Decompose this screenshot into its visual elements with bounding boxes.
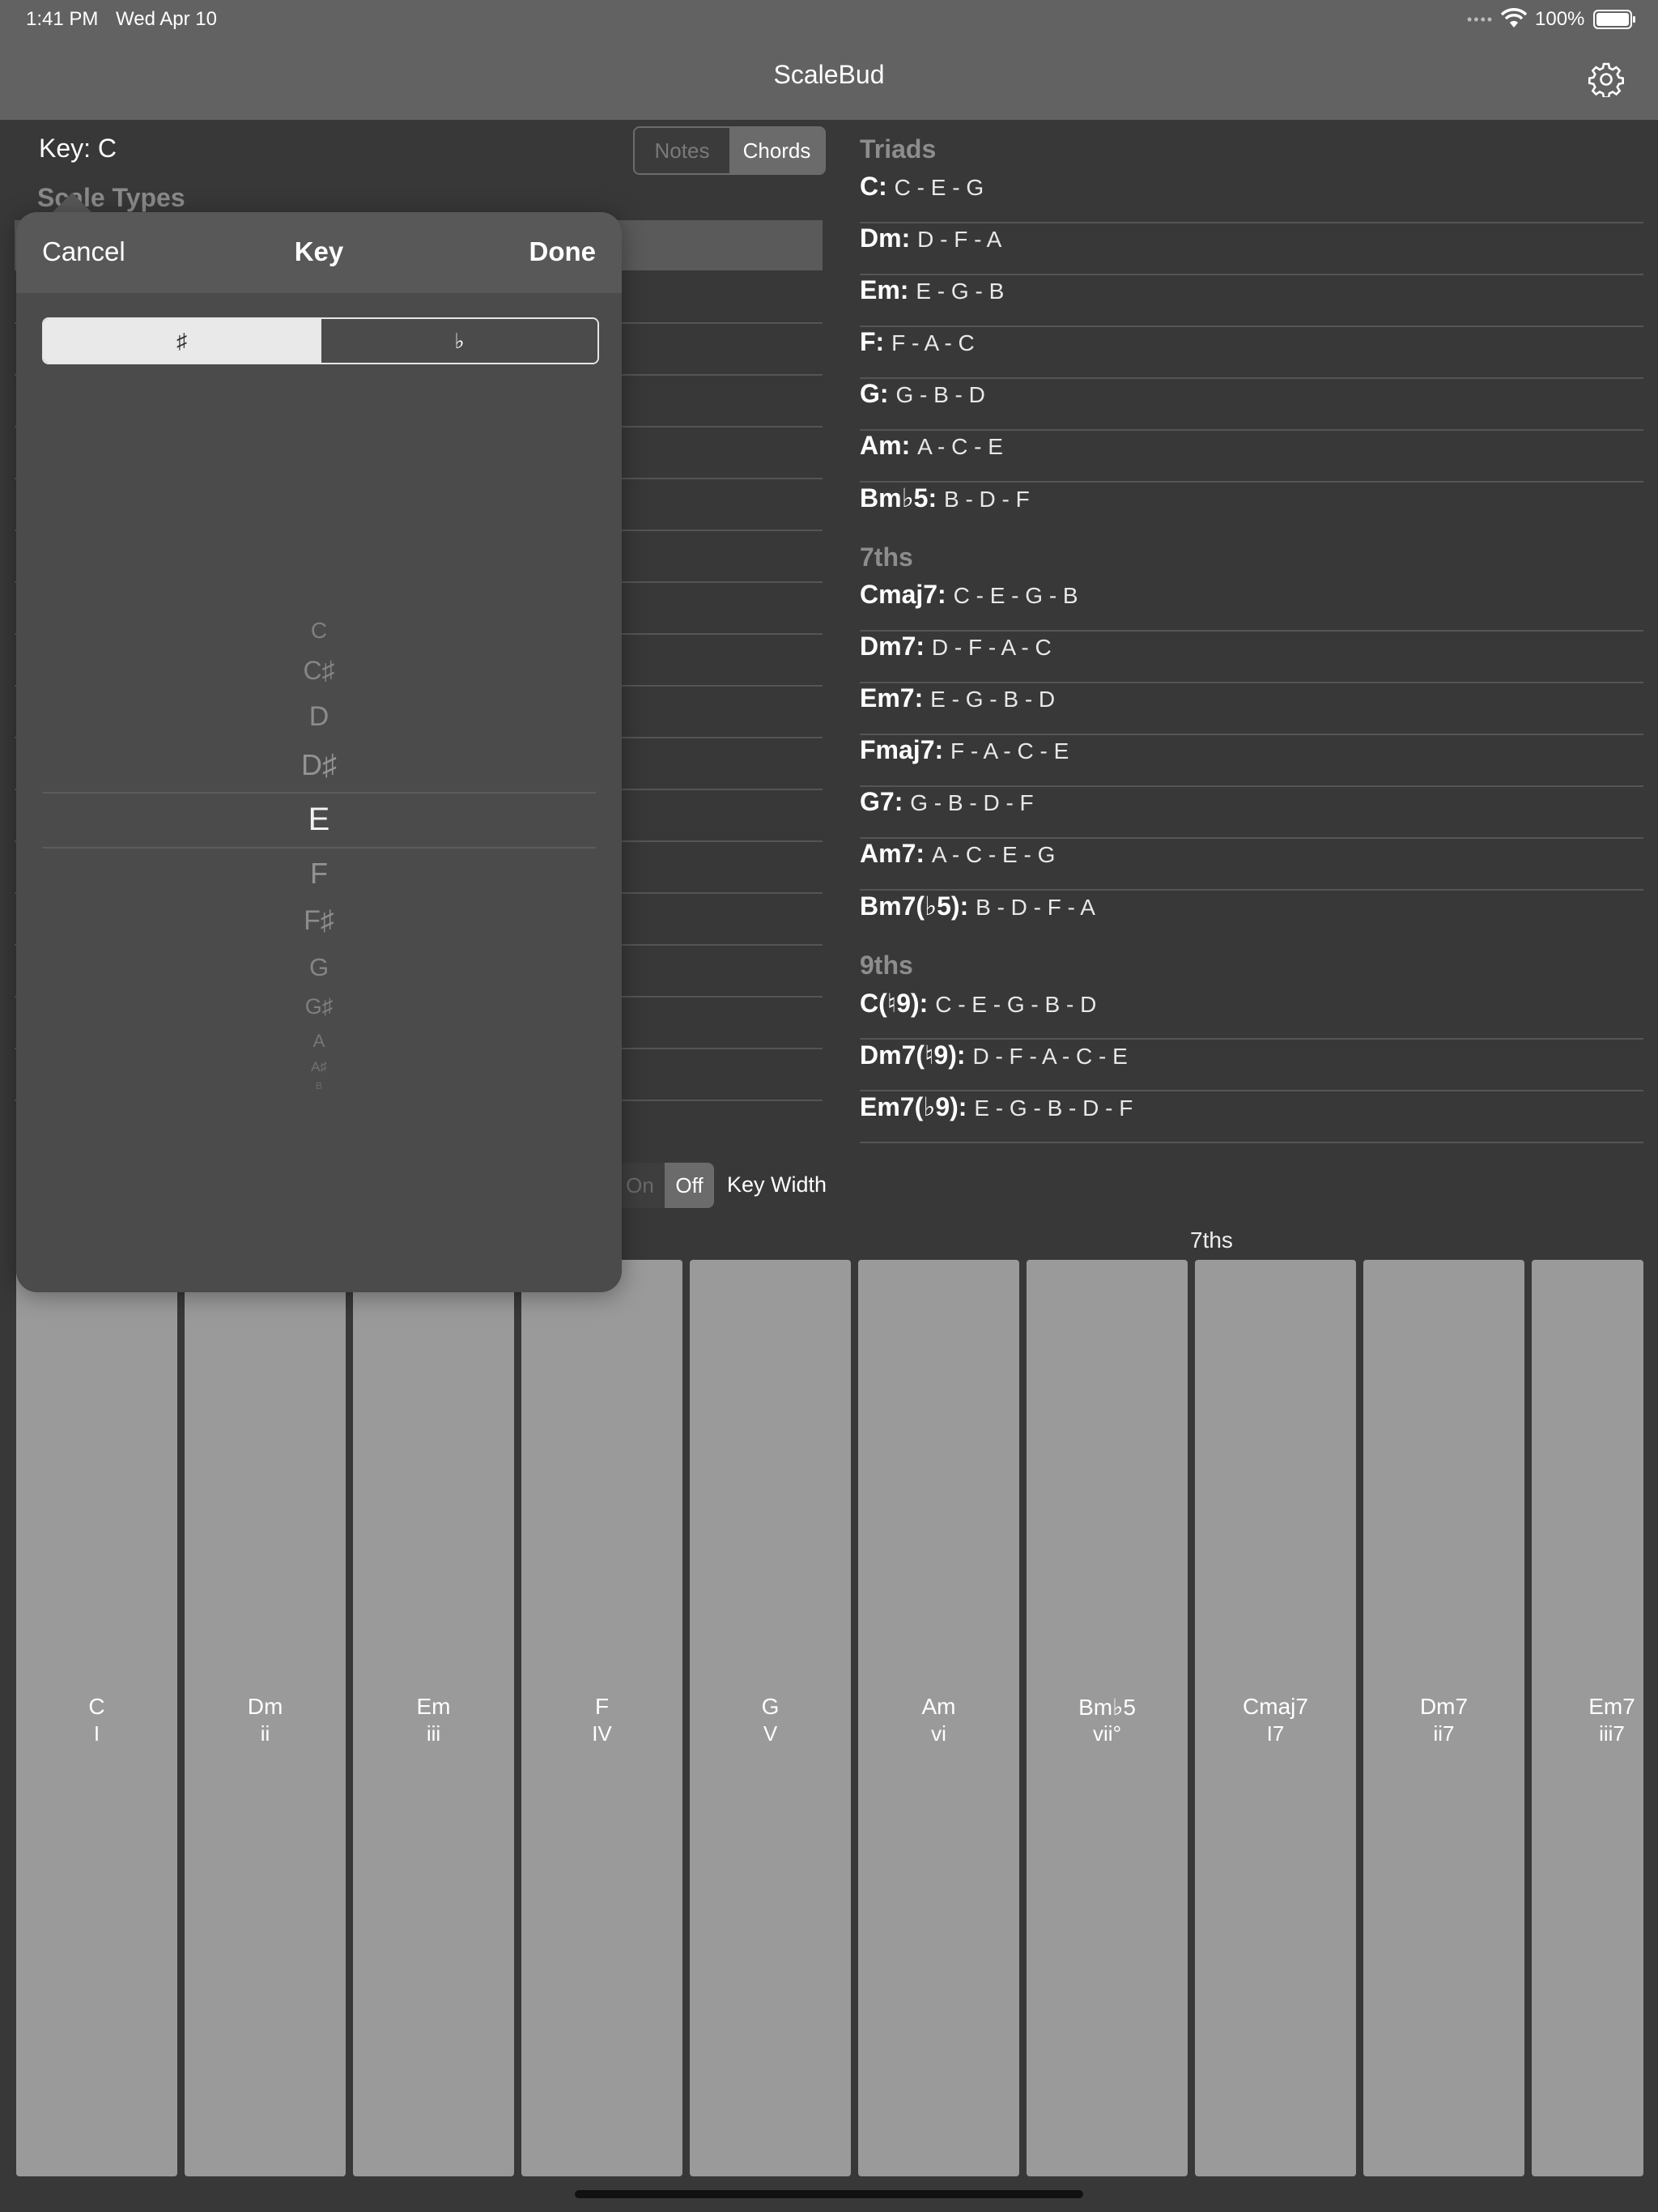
- chord-key[interactable]: Cmaj7 I7: [1195, 1260, 1356, 2176]
- status-date: Wed Apr 10: [116, 8, 217, 30]
- chord-row[interactable]: C: C - E - G: [860, 172, 1643, 223]
- chord-key[interactable]: Am vi: [858, 1260, 1019, 2176]
- notes-chords-segmented-control[interactable]: Notes Chords: [633, 126, 826, 175]
- popover-header: Cancel Key Done: [16, 212, 622, 293]
- cancel-button[interactable]: Cancel: [42, 236, 125, 267]
- on-off-toggle[interactable]: On Off: [615, 1163, 714, 1208]
- sevenths-header: 7ths: [860, 542, 913, 572]
- picker-option[interactable]: D: [16, 701, 622, 733]
- chord-row[interactable]: Am: A - C - E: [860, 431, 1643, 483]
- battery-percentage: 100%: [1535, 8, 1585, 30]
- chord-key[interactable]: CI: [16, 1260, 177, 2176]
- chord-row[interactable]: C(♮9): C - E - G - B - D: [860, 988, 1643, 1040]
- picker-option[interactable]: G♯: [16, 994, 622, 1019]
- chord-key[interactable]: Em7 iii7: [1532, 1260, 1643, 2176]
- picker-option[interactable]: A: [16, 1031, 622, 1052]
- picker-selection-line: [42, 792, 596, 793]
- chord-row[interactable]: Bm7(♭5): B - D - F - A: [860, 891, 1643, 942]
- chord-key[interactable]: Dm7 ii7: [1363, 1260, 1524, 2176]
- wifi-icon: [1501, 8, 1527, 28]
- picker-selection-line: [42, 847, 596, 849]
- accidental-segmented-control[interactable]: ♯ ♭: [42, 317, 599, 364]
- chord-row[interactable]: Fmaj7: F - A - C - E: [860, 735, 1643, 787]
- off-segment[interactable]: Off: [665, 1163, 714, 1208]
- chord-key[interactable]: Em iii: [353, 1260, 514, 2176]
- notes-segment[interactable]: Notes: [635, 128, 729, 173]
- status-time: 1:41 PM: [26, 8, 99, 30]
- chord-key[interactable]: Bm♭5 vii°: [1027, 1260, 1188, 2176]
- picker-option[interactable]: F♯: [16, 905, 622, 937]
- chord-row[interactable]: Am7: A - C - E - G: [860, 839, 1643, 891]
- picker-option[interactable]: G: [16, 953, 622, 982]
- app-title: ScaleBud: [773, 60, 885, 89]
- chord-row[interactable]: Bm♭5: B - D - F: [860, 483, 1643, 534]
- chord-key[interactable]: GV: [690, 1260, 851, 2176]
- chord-row[interactable]: Em7(♭9): E - G - B - D - F: [860, 1091, 1643, 1143]
- keyboard-section-label: 7ths: [1190, 1227, 1233, 1253]
- sharp-segment[interactable]: ♯: [44, 319, 320, 363]
- chord-row[interactable]: Em: E - G - B: [860, 275, 1643, 327]
- key-picker-popover: Cancel Key Done ♯ ♭ C C♯ D D♯ E F F♯ G G…: [16, 212, 622, 1292]
- picker-option[interactable]: C♯: [16, 656, 622, 686]
- chord-key[interactable]: F IV: [521, 1260, 682, 2176]
- done-button[interactable]: Done: [529, 236, 597, 267]
- key-width-label[interactable]: Key Width: [727, 1172, 827, 1197]
- chord-key[interactable]: Dm ii: [185, 1260, 346, 2176]
- picker-option[interactable]: C: [16, 618, 622, 644]
- chord-row[interactable]: F: F - A - C: [860, 327, 1643, 379]
- chord-row[interactable]: Dm: D - F - A: [860, 223, 1643, 275]
- picker-option[interactable]: B: [16, 1080, 622, 1091]
- ninths-header: 9ths: [860, 951, 913, 980]
- popover-arrow: [51, 193, 93, 214]
- chord-row[interactable]: G7: G - B - D - F: [860, 787, 1643, 839]
- picker-option[interactable]: A♯: [16, 1059, 622, 1075]
- cellular-signal-icon: ••••: [1467, 11, 1494, 28]
- home-indicator[interactable]: [575, 2190, 1083, 2198]
- gear-icon[interactable]: [1588, 62, 1624, 97]
- chord-row[interactable]: Cmaj7: C - E - G - B: [860, 580, 1643, 632]
- triads-header: Triads: [860, 134, 937, 164]
- chords-segment[interactable]: Chords: [729, 128, 824, 173]
- picker-option-selected[interactable]: E: [16, 802, 622, 838]
- picker-option[interactable]: F: [16, 857, 622, 891]
- chord-row[interactable]: Dm7(♮9): D - F - A - C - E: [860, 1040, 1643, 1091]
- chord-row[interactable]: Dm7: D - F - A - C: [860, 632, 1643, 683]
- chord-row[interactable]: G: G - B - D: [860, 379, 1643, 431]
- picker-option[interactable]: D♯: [16, 748, 622, 782]
- key-label[interactable]: Key: C: [39, 134, 117, 164]
- chord-row[interactable]: Em7: E - G - B - D: [860, 683, 1643, 735]
- battery-icon: [1593, 10, 1635, 29]
- flat-segment[interactable]: ♭: [320, 319, 597, 363]
- on-segment[interactable]: On: [615, 1163, 665, 1208]
